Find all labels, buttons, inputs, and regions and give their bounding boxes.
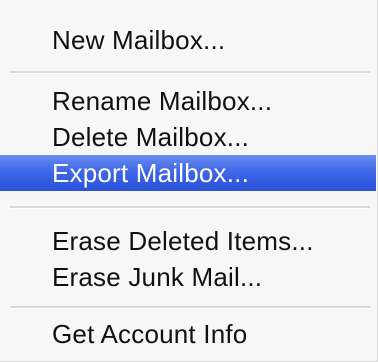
menu-item-erase-junk-mail[interactable]: Erase Junk Mail... (0, 259, 376, 295)
menu-separator (10, 71, 370, 74)
menu-item-rename-mailbox[interactable]: Rename Mailbox... (0, 83, 376, 119)
menu-item-export-mailbox[interactable]: Export Mailbox... (0, 155, 376, 191)
menu-separator (10, 306, 370, 309)
menu-item-get-account-info[interactable]: Get Account Info (0, 316, 376, 352)
menu-separator (10, 206, 370, 209)
mailbox-context-menu: New Mailbox... Rename Mailbox... Delete … (0, 0, 378, 362)
menu-item-new-mailbox[interactable]: New Mailbox... (0, 22, 376, 58)
menu-item-erase-deleted-items[interactable]: Erase Deleted Items... (0, 223, 376, 259)
menu-item-delete-mailbox[interactable]: Delete Mailbox... (0, 119, 376, 155)
